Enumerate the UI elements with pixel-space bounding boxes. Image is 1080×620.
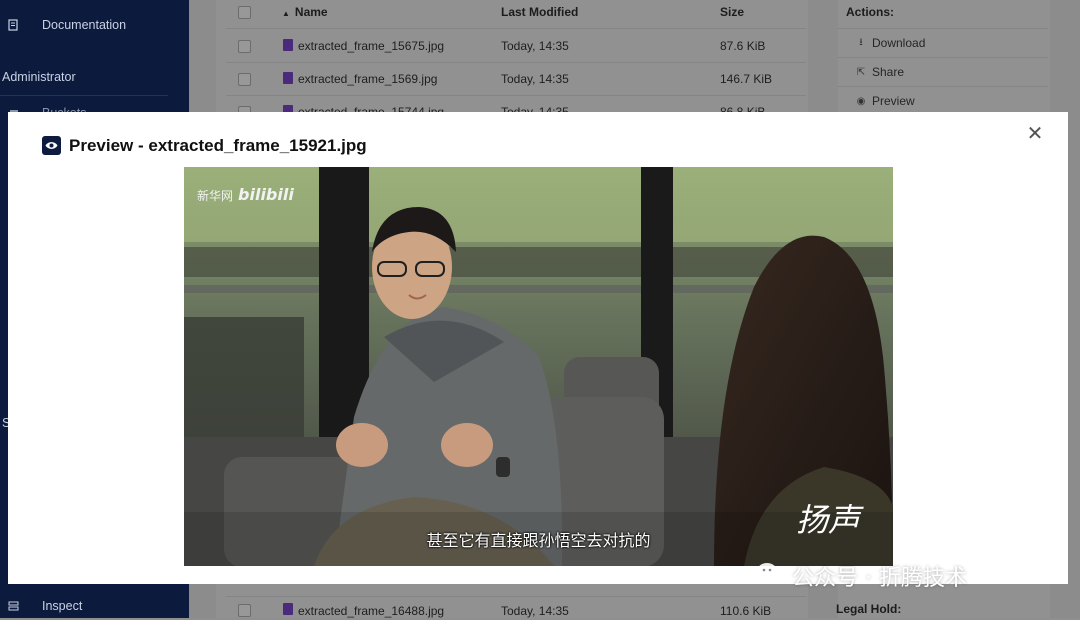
sidebar-item-label: Inspect: [42, 599, 83, 613]
image-file-icon: [283, 603, 293, 615]
share-icon: ⇱: [856, 66, 866, 78]
video-subtitle: 甚至它有直接跟孙悟空去对抗的: [426, 531, 651, 550]
eye-icon: ◉: [856, 95, 866, 107]
download-icon: ⭳: [859, 36, 863, 48]
sidebar-section-administrator: Administrator: [2, 70, 76, 84]
preview-image: 新华网 bilibili 扬声 甚至它有直接跟孙悟空去对抗的: [184, 167, 893, 566]
eye-icon: [42, 136, 61, 155]
select-all-checkbox[interactable]: [238, 6, 251, 19]
bilibili-logo: bilibili: [238, 185, 294, 204]
file-name[interactable]: extracted_frame_15675.jpg: [298, 39, 444, 53]
file-modified: Today, 14:35: [501, 72, 569, 86]
preview-modal: Preview - extracted_frame_15921.jpg ✕ 新华…: [8, 112, 1068, 584]
column-header-name[interactable]: ▲ Name: [282, 5, 328, 19]
wechat-watermark: 公众号 · 折腾技术: [756, 560, 967, 592]
file-size: 146.7 KiB: [720, 72, 773, 86]
video-frame-photo: [184, 167, 893, 566]
actions-title: Actions:: [846, 5, 894, 19]
image-file-icon: [283, 39, 293, 51]
row-checkbox[interactable]: [238, 604, 251, 617]
file-name[interactable]: extracted_frame_1569.jpg: [298, 72, 437, 86]
close-button[interactable]: ✕: [1025, 124, 1045, 144]
source-watermark: 新华网 bilibili: [197, 185, 294, 204]
modal-title: Preview - extracted_frame_15921.jpg: [69, 136, 367, 155]
file-name[interactable]: extracted_frame_16488.jpg: [298, 604, 444, 618]
column-header-last-modified[interactable]: Last Modified: [501, 5, 578, 19]
wechat-icon: [756, 561, 786, 591]
sidebar-item-inspect[interactable]: Inspect: [0, 592, 189, 620]
sidebar-divider: [0, 95, 168, 96]
file-modified: Today, 14:35: [501, 604, 569, 618]
image-file-icon: [283, 72, 293, 84]
row-checkbox[interactable]: [238, 73, 251, 86]
row-divider: [226, 62, 806, 63]
row-divider: [226, 28, 806, 29]
file-size: 110.6 KiB: [720, 604, 772, 618]
row-divider: [226, 95, 806, 96]
inspect-icon: [7, 599, 21, 613]
row-checkbox[interactable]: [238, 40, 251, 53]
share-button[interactable]: ⇱ Share: [838, 57, 1048, 86]
row-divider: [226, 596, 806, 597]
legal-hold-label: Legal Hold:: [836, 602, 902, 616]
sidebar-item-documentation[interactable]: Documentation: [0, 11, 189, 39]
sort-asc-icon: ▲: [282, 9, 290, 18]
download-button[interactable]: ⭳ Download: [838, 28, 1048, 57]
preview-button[interactable]: ◉ Preview: [838, 86, 1048, 115]
document-icon: [7, 18, 21, 32]
file-modified: Today, 14:35: [501, 39, 569, 53]
column-header-size[interactable]: Size: [720, 5, 744, 19]
sidebar-item-label: Documentation: [42, 18, 127, 32]
file-size: 87.6 KiB: [720, 39, 766, 53]
